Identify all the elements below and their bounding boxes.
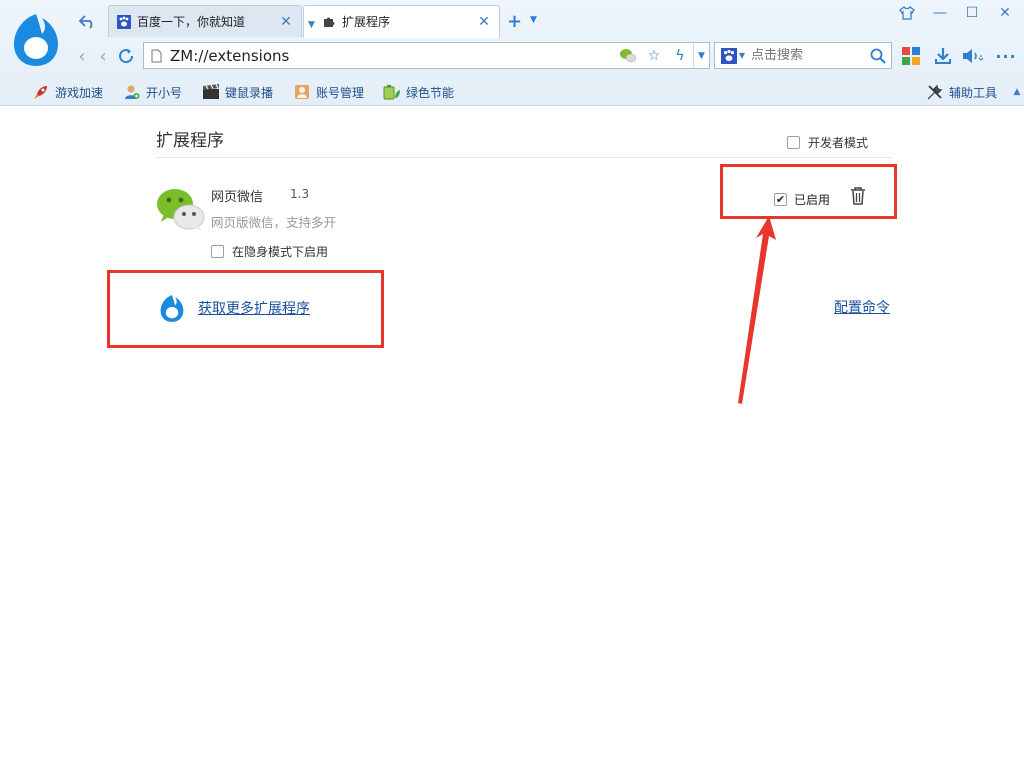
tab-extensions[interactable]: ▼ 扩展程序 ✕ xyxy=(303,5,500,38)
scrollbar-up-arrow[interactable]: ▲ xyxy=(1010,78,1024,105)
tools-wrench-icon xyxy=(926,83,944,101)
rocket-icon xyxy=(32,83,50,101)
close-icon[interactable]: ✕ xyxy=(279,14,293,30)
undo-close-tab-button[interactable] xyxy=(70,7,106,37)
chevron-down-icon[interactable]: ▼ xyxy=(693,43,709,68)
developer-mode-label: 开发者模式 xyxy=(808,136,869,150)
annotation-arrow-icon xyxy=(738,216,776,404)
user-add-icon xyxy=(123,83,141,101)
undo-arrow-icon xyxy=(79,15,93,29)
fav-item-label: 绿色节能 xyxy=(406,85,455,100)
chevron-down-icon: ▼ xyxy=(738,51,746,60)
highlight-box-get-more xyxy=(107,270,384,348)
fav-item-label: 游戏加速 xyxy=(55,85,104,100)
refresh-button[interactable] xyxy=(115,44,137,68)
search-box[interactable]: ▼ xyxy=(714,42,892,69)
maximize-button[interactable]: ☐ xyxy=(958,2,986,24)
tools-label: 辅助工具 xyxy=(949,85,998,100)
wechat-icon xyxy=(157,189,205,231)
page-icon xyxy=(144,44,168,68)
fav-item-label: 账号管理 xyxy=(316,85,365,100)
browser-logo-icon[interactable] xyxy=(6,8,66,70)
favorites-bar: 游戏加速 开小号 键鼠录播 账号管理 绿色节能 辅助工具 xyxy=(0,78,1024,105)
chevron-down-icon[interactable]: ▼ xyxy=(530,15,537,25)
incognito-checkbox[interactable] xyxy=(211,245,224,258)
fav-item-account-manager[interactable]: 账号管理 xyxy=(293,82,364,102)
battery-leaf-icon xyxy=(383,83,401,101)
skin-shirt-icon[interactable] xyxy=(893,2,921,24)
extensions-page: 扩展程序 开发者模式 网页微信 1.3 网页版微信，支持多开 在隐身模式下启用 … xyxy=(0,106,1024,768)
highlight-box-enabled xyxy=(720,164,897,219)
apps-grid-icon[interactable] xyxy=(899,44,923,68)
tools-menu-button[interactable]: 辅助工具 xyxy=(926,82,997,102)
url-text[interactable]: ZM://extensions xyxy=(168,47,615,65)
back-button[interactable]: ‹ xyxy=(71,44,93,68)
page-title: 扩展程序 xyxy=(156,131,224,151)
search-button[interactable] xyxy=(865,43,891,68)
browser-chrome: 百度一下，你就知道 ✕ ▼ 扩展程序 ✕ + ▼ — ☐ ✕ ‹ ‹ ZM://… xyxy=(0,0,1024,106)
tab-title: 扩展程序 xyxy=(342,15,391,29)
puzzle-piece-icon xyxy=(322,15,336,29)
developer-mode-toggle[interactable]: 开发者模式 xyxy=(787,134,868,151)
wechat-extension-icon[interactable] xyxy=(615,43,641,68)
incognito-label: 在隐身模式下启用 xyxy=(232,245,329,259)
more-options-icon[interactable]: ··· xyxy=(994,44,1018,68)
fav-item-game-boost[interactable]: 游戏加速 xyxy=(32,82,103,102)
tab-title: 百度一下，你就知道 xyxy=(137,15,246,29)
developer-mode-checkbox[interactable] xyxy=(787,136,800,149)
forward-button[interactable]: ‹ xyxy=(92,44,114,68)
fav-item-keymouse-record[interactable]: 键鼠录播 xyxy=(202,82,273,102)
search-input[interactable] xyxy=(751,48,865,63)
fav-item-green-energy[interactable]: 绿色节能 xyxy=(383,82,454,102)
fav-item-label: 键鼠录播 xyxy=(225,85,274,100)
minimize-button[interactable]: — xyxy=(926,2,954,24)
lightning-icon[interactable]: ϟ xyxy=(667,43,693,68)
configure-commands-link[interactable]: 配置命令 xyxy=(834,297,890,317)
fav-item-label: 开小号 xyxy=(146,85,183,100)
tab-baidu[interactable]: 百度一下，你就知道 ✕ xyxy=(108,5,302,37)
divider xyxy=(156,157,892,158)
extension-description: 网页版微信，支持多开 xyxy=(211,215,337,230)
new-tab-button[interactable]: + xyxy=(507,12,522,32)
tab-menu-chevron-icon[interactable]: ▼ xyxy=(308,20,315,30)
baidu-paw-icon xyxy=(117,14,131,29)
refresh-icon xyxy=(119,49,134,64)
search-engine-selector[interactable]: ▼ xyxy=(715,43,751,68)
star-icon[interactable]: ☆ xyxy=(641,43,667,68)
search-icon xyxy=(870,48,886,64)
account-card-icon xyxy=(293,83,311,101)
address-bar[interactable]: ZM://extensions ☆ ϟ ▼ xyxy=(143,42,710,69)
fav-item-alt-account[interactable]: 开小号 xyxy=(123,82,182,102)
volume-icon[interactable] xyxy=(961,44,985,68)
download-icon[interactable] xyxy=(931,44,955,68)
close-window-button[interactable]: ✕ xyxy=(991,2,1019,24)
extension-version: 1.3 xyxy=(290,187,310,201)
incognito-toggle[interactable]: 在隐身模式下启用 xyxy=(211,243,328,260)
extension-name: 网页微信 xyxy=(211,190,264,205)
baidu-paw-icon xyxy=(720,47,737,64)
film-clapper-icon xyxy=(202,83,220,101)
close-icon[interactable]: ✕ xyxy=(477,14,491,30)
